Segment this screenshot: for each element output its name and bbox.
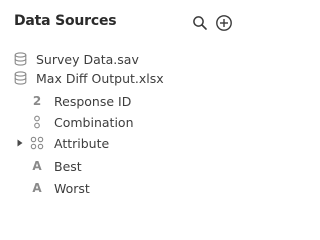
field-label: Attribute [54,135,110,151]
field-label: Worst [54,180,90,196]
search-icon [193,16,207,30]
data-source-label: Survey Data.sav [36,51,139,67]
panel-title: Data Sources [14,13,117,29]
field-label: Best [54,158,82,174]
field-item[interactable]: Attribute [0,133,266,153]
add-data-source-button[interactable] [214,13,234,33]
database-icon [12,70,28,86]
grid-icon [29,135,45,151]
numeric-icon: 2 [32,94,42,108]
data-source-label: Max Diff Output.xlsx [36,70,164,86]
data-source-item[interactable]: Survey Data.sav [0,49,249,69]
field-item[interactable]: 2 Response ID [0,91,266,111]
field-label: Combination [54,114,134,130]
text-icon: A [32,181,42,195]
database-icon [12,51,28,67]
field-label: Response ID [54,93,132,109]
categorical-icon [29,114,45,130]
search-button[interactable] [190,13,210,33]
field-item[interactable]: Combination [0,112,266,132]
field-item[interactable]: A Worst [0,178,266,198]
field-item[interactable]: A Best [0,156,266,176]
plus-circle-icon [216,15,232,31]
data-sources-panel: Data Sources Survey Data.sav Max Diff Ou… [0,0,237,200]
text-icon: A [32,159,42,173]
data-source-item[interactable]: Max Diff Output.xlsx [0,68,249,88]
